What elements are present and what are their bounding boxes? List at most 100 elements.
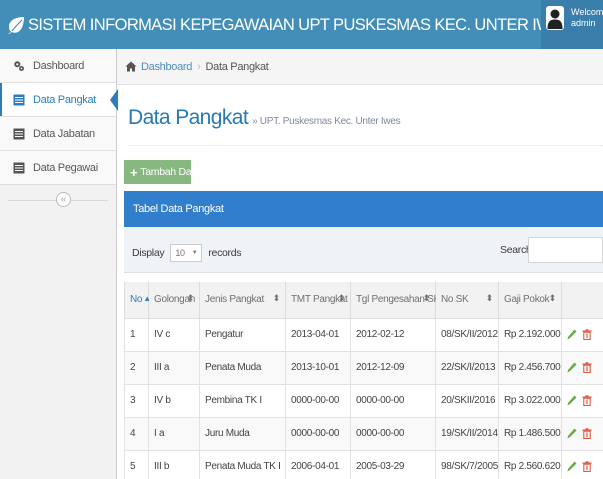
cell-tmt-pangkat: 0000-00-00: [285, 416, 351, 451]
table-controls: Display 10 records Search:: [124, 227, 603, 273]
cell-no-sk: 19/SK/II/2014: [435, 416, 499, 451]
cell-jenis-pangkat: Juru Muda: [199, 416, 286, 451]
table-header-row: No▲ Golongan ⬍ Jenis Pangkat ⬍ TMT Pangkat…: [124, 282, 603, 319]
cell-no: 1: [124, 317, 149, 352]
cell-no-sk: 20/SKII/2016: [435, 383, 499, 418]
column-header-jenis-pangkat[interactable]: Jenis Pangkat ⬍: [199, 282, 286, 319]
sort-icon: ⬍: [337, 293, 346, 303]
trash-icon[interactable]: [582, 329, 592, 340]
welcome-text: Welcome, admin: [571, 7, 603, 29]
cell-actions: [561, 350, 603, 385]
sidebar: Dashboard Data Pangkat Data Jabatan Data…: [0, 49, 118, 479]
cell-no-sk: 98/SK/7/2005: [435, 449, 499, 479]
cell-tgl-pengesahan: 2012-02-12: [350, 317, 436, 352]
column-header-tmt-pangkat[interactable]: TMT Pangkat ⬍: [285, 282, 351, 319]
leaf-icon: [8, 17, 24, 34]
column-label: No SK: [441, 294, 469, 306]
column-header-actions: [561, 282, 603, 319]
column-header-tgl-pengesahan[interactable]: Tgl Pengesahan SK ⬍: [350, 282, 440, 319]
column-header-gaji-pokok[interactable]: Gaji Pokok ⬍: [498, 282, 562, 319]
sidebar-item-label: Data Jabatan: [33, 127, 95, 140]
cell-no: 2: [124, 350, 149, 385]
cell-gaji-pokok: Rp 2.456.700: [498, 350, 562, 385]
search-input[interactable]: [528, 237, 603, 263]
pangkat-table: No▲ Golongan ⬍ Jenis Pangkat ⬍ TMT Pangkat…: [124, 282, 603, 479]
page-title: Data Pangkat: [128, 106, 249, 129]
avatar-icon: [546, 6, 564, 30]
cell-golongan: IV b: [148, 383, 200, 418]
cell-no: 5: [124, 449, 149, 479]
table-title: Tabel Data Pangkat: [133, 203, 224, 215]
table-row: 1 IV c Pengatur 2013-04-01 2012-02-12 08/SK/I…: [124, 317, 603, 352]
column-label: Jenis Pangkat: [205, 294, 264, 306]
cell-tgl-pengesahan: 0000-00-00: [350, 416, 436, 451]
brand[interactable]: SISTEM INFORMASI KEPEGAWAIAN UPT PUSKESM…: [6, 14, 573, 36]
cell-actions: [561, 383, 603, 418]
cell-actions: [561, 416, 603, 451]
app-title: SISTEM INFORMASI KEPEGAWAIAN UPT PUSKESM…: [28, 15, 573, 34]
cell-jenis-pangkat: Penata Muda TK I: [199, 449, 286, 479]
edit-icon[interactable]: [567, 395, 577, 406]
sidebar-item-label: Dashboard: [33, 59, 85, 72]
column-header-golongan[interactable]: Golongan ⬍: [148, 282, 200, 319]
cell-tgl-pengesahan: 2012-12-09: [350, 350, 436, 385]
cell-gaji-pokok: Rp 1.486.500: [498, 416, 562, 451]
edit-icon[interactable]: [567, 329, 577, 340]
column-header-no[interactable]: No▲: [124, 282, 151, 319]
edit-icon[interactable]: [567, 428, 577, 439]
breadcrumb-home-link[interactable]: Dashboard: [141, 61, 192, 73]
cell-jenis-pangkat: Pembina TK I: [199, 383, 286, 418]
cell-golongan: I a: [148, 416, 200, 451]
edit-icon[interactable]: [567, 362, 577, 373]
user-menu[interactable]: Welcome, admin: [541, 0, 603, 49]
column-header-no-sk[interactable]: No SK ⬍: [435, 282, 499, 319]
column-label: Gaji Pokok: [504, 294, 550, 306]
sidebar-item-data-pangkat[interactable]: Data Pangkat: [0, 83, 118, 117]
cell-gaji-pokok: Rp 2.560.620: [498, 449, 562, 479]
trash-icon[interactable]: [582, 461, 592, 472]
page-header: Data Pangkat» UPT. Puskesmas Kec. Unter …: [128, 106, 603, 146]
cell-tmt-pangkat: 2013-04-01: [285, 317, 351, 352]
list-icon: [13, 94, 25, 105]
sort-icon: ⬍: [548, 293, 557, 303]
edit-icon[interactable]: [567, 461, 577, 472]
sort-icon: ⬍: [272, 293, 281, 303]
add-data-button[interactable]: + Tambah Data: [124, 160, 200, 184]
trash-icon[interactable]: [582, 362, 592, 373]
cell-no: 3: [124, 383, 149, 418]
breadcrumb: Dashboard › Data Pangkat: [117, 49, 603, 85]
sort-icon: ⬍: [186, 293, 195, 303]
cell-tmt-pangkat: 2006-04-01: [285, 449, 351, 479]
breadcrumb-current: Data Pangkat: [205, 60, 269, 73]
trash-icon[interactable]: [582, 428, 592, 439]
sidebar-item-data-pegawai[interactable]: Data Pegawai: [0, 151, 116, 185]
add-button-label: Tambah Data: [140, 166, 200, 178]
page-subtitle: » UPT. Puskesmas Kec. Unter Iwes: [252, 116, 401, 127]
cell-tgl-pengesahan: 2005-03-29: [350, 449, 436, 479]
sidebar-item-dashboard[interactable]: Dashboard: [0, 49, 116, 83]
cell-no: 4: [124, 416, 149, 451]
sidebar-item-label: Data Pangkat: [33, 93, 97, 106]
collapse-icon[interactable]: «: [56, 192, 71, 207]
breadcrumb-separator: ›: [197, 60, 201, 73]
cell-no-sk: 22/SK/I/2013: [435, 350, 499, 385]
table-row: 4I a Juru Muda 0000-00-00 0000-00-00 19/SK/I…: [124, 416, 603, 451]
display-suffix: records: [208, 247, 242, 259]
table-header-bar: Tabel Data Pangkat: [124, 191, 603, 227]
records-per-page-select[interactable]: 10: [170, 244, 203, 262]
table-row: 2 III a Penata Muda 2013-10-01 2012-12-09 22/…: [124, 350, 603, 385]
sidebar-item-label: Data Pegawai: [33, 161, 98, 174]
cell-jenis-pangkat: Pengatur: [199, 317, 286, 352]
list-icon: [13, 162, 25, 173]
trash-icon[interactable]: [582, 395, 592, 406]
username: admin: [571, 18, 596, 28]
cell-no-sk: 08/SK/II/2012: [435, 317, 499, 352]
sidebar-item-data-jabatan[interactable]: Data Jabatan: [0, 117, 116, 151]
cell-golongan: III b: [148, 449, 200, 479]
plus-icon: +: [130, 164, 138, 180]
display-prefix: Display: [132, 247, 165, 259]
home-icon: [125, 61, 137, 72]
cell-tmt-pangkat: 2013-10-01: [285, 350, 351, 385]
cell-gaji-pokok: Rp 3.022.000: [498, 383, 562, 418]
cell-gaji-pokok: Rp 2.192.000: [498, 317, 562, 352]
